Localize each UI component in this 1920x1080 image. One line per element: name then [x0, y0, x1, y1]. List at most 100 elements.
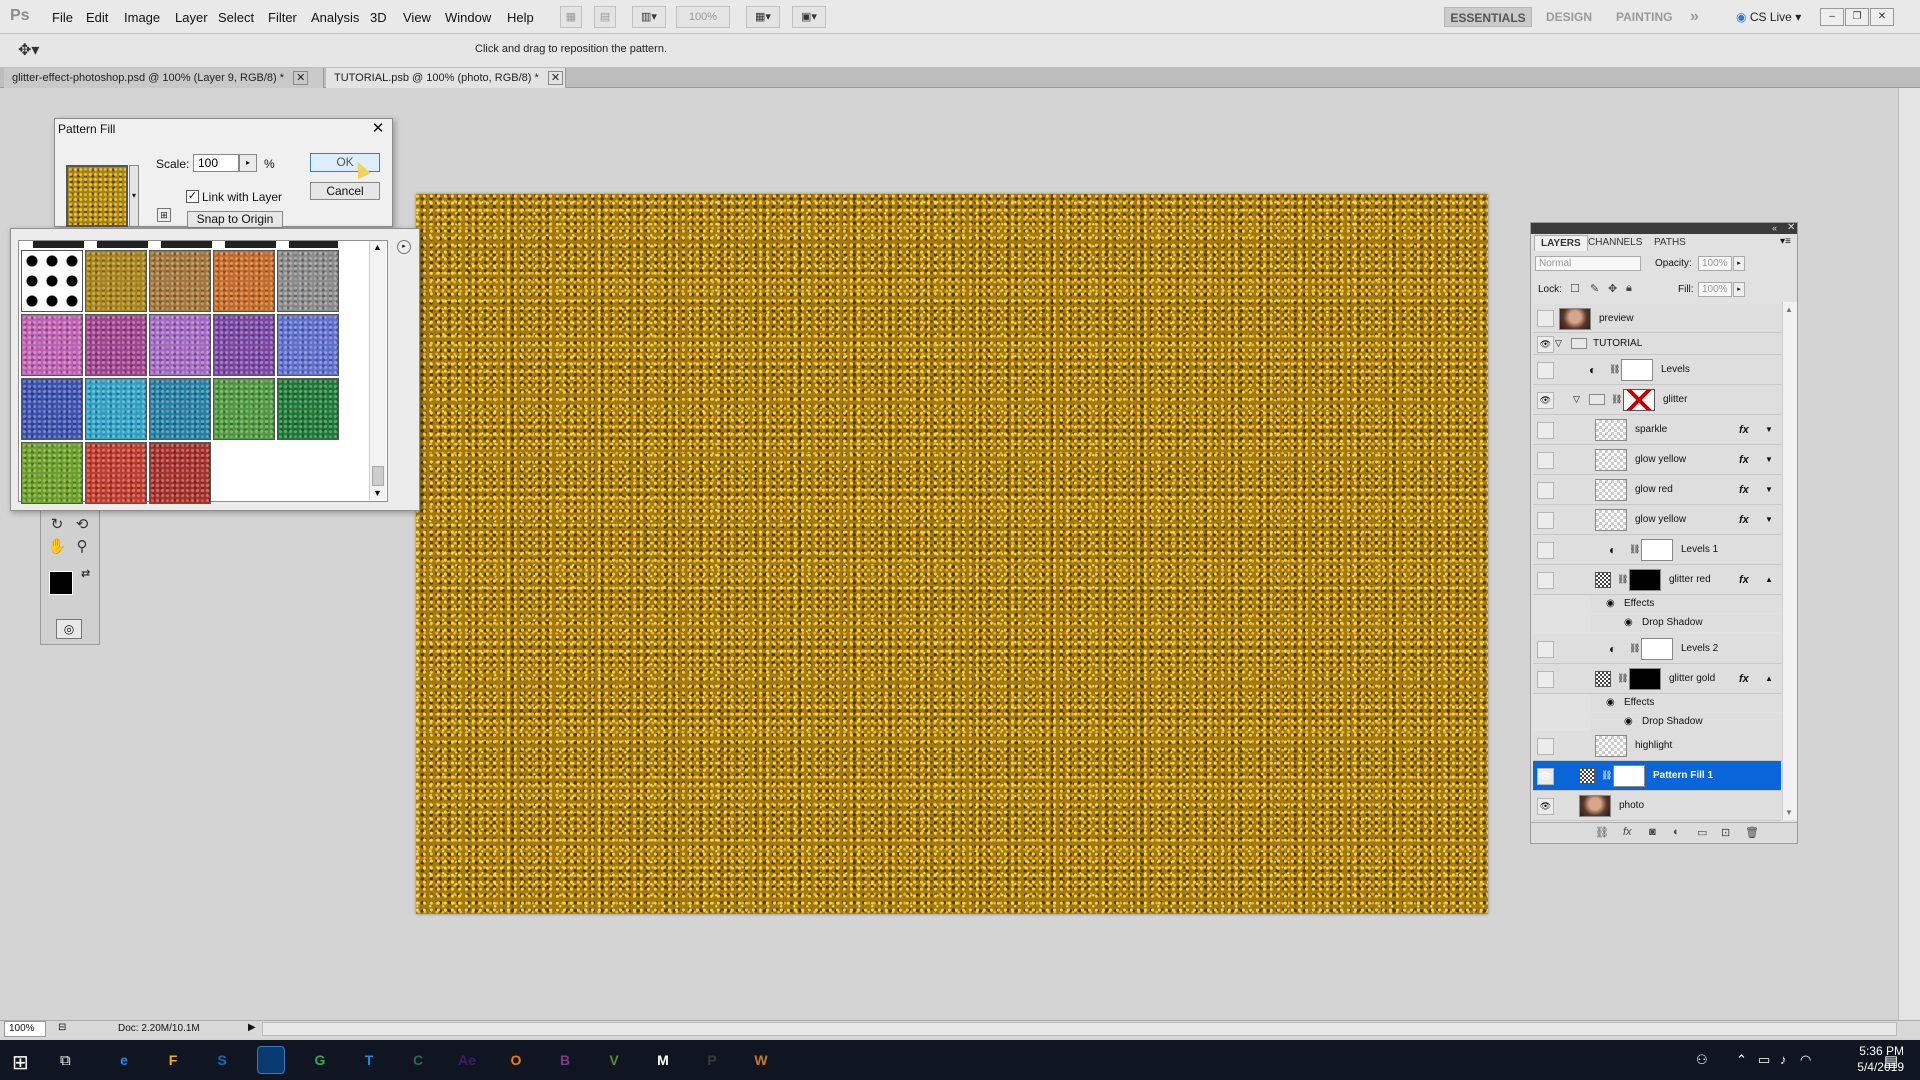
minimize-button[interactable]: –: [1820, 8, 1844, 26]
layer-mask-thumbnail[interactable]: [1641, 638, 1673, 660]
pattern-swatch[interactable]: [213, 250, 275, 312]
restore-button[interactable]: ❐: [1845, 8, 1869, 26]
close-tab-icon[interactable]: ✕: [293, 71, 309, 85]
network-icon[interactable]: ▭: [1758, 1052, 1770, 1068]
tab-paths[interactable]: PATHS: [1648, 235, 1692, 251]
layer-row[interactable]: glow yellow fx ▼: [1533, 445, 1781, 475]
taskbar-chrome-icon[interactable]: G: [306, 1046, 334, 1074]
pattern-swatch[interactable]: [85, 250, 147, 312]
mask-link-icon[interactable]: ⛓︎: [1629, 544, 1640, 555]
delete-layer-icon[interactable]: 🗑︎: [1745, 826, 1759, 839]
mask-link-icon[interactable]: ⛓︎: [1617, 574, 1628, 585]
menu-view[interactable]: View: [403, 10, 431, 25]
layer-row[interactable]: ◐ ⛓︎ Levels 2: [1533, 634, 1781, 664]
menu-layer[interactable]: Layer: [175, 10, 208, 25]
cs-live-button[interactable]: ◉ CS Live ▾: [1736, 7, 1801, 27]
picker-scrollbar[interactable]: [369, 241, 386, 500]
add-mask-icon[interactable]: ◙: [1649, 826, 1656, 838]
lock-position-icon[interactable]: ✥: [1608, 282, 1617, 295]
toggle-effects-icon[interactable]: ▼: [1765, 515, 1773, 524]
new-preset-icon[interactable]: ⊞: [157, 208, 171, 222]
pattern-swatch[interactable]: [277, 250, 339, 312]
taskbar-thunderbird-icon[interactable]: T: [355, 1046, 383, 1074]
taskbar-camtasia-icon[interactable]: C: [404, 1046, 432, 1074]
effect-visibility-icon[interactable]: ◉: [1624, 617, 1633, 628]
visibility-eye-icon[interactable]: [1537, 481, 1554, 499]
fill-slider-icon[interactable]: ▸: [1733, 282, 1745, 297]
pattern-swatch[interactable]: [213, 378, 275, 440]
picker-menu-icon[interactable]: ▸: [397, 240, 411, 254]
scale-slider-arrow-icon[interactable]: ▸: [239, 154, 257, 172]
pattern-picker-arrow-icon[interactable]: ▾: [129, 165, 139, 227]
zoom-tool-icon[interactable]: ⚲: [71, 537, 93, 557]
effect-visibility-icon[interactable]: ◉: [1606, 598, 1615, 609]
scroll-down-icon[interactable]: ▼: [373, 488, 382, 498]
layer-row[interactable]: 👁︎ photo: [1533, 791, 1781, 821]
snap-to-origin-button[interactable]: Snap to Origin: [187, 211, 283, 228]
visibility-eye-icon[interactable]: [1537, 737, 1554, 755]
layer-row[interactable]: preview: [1533, 304, 1781, 333]
toggle-effects-icon[interactable]: ▼: [1765, 455, 1773, 464]
pattern-swatch[interactable]: [277, 378, 339, 440]
visibility-eye-icon[interactable]: [1537, 310, 1554, 327]
menu-3d[interactable]: 3D: [370, 10, 387, 25]
layer-mask-thumbnail[interactable]: [1641, 539, 1673, 561]
pattern-swatch[interactable]: [213, 314, 275, 376]
layer-mask-thumbnail[interactable]: [1621, 359, 1653, 381]
layer-row-selected[interactable]: 👁︎ ⛓︎ Pattern Fill 1: [1533, 761, 1781, 791]
visibility-eye-icon[interactable]: [1537, 511, 1554, 529]
pattern-preview[interactable]: [66, 165, 128, 227]
link-layers-icon[interactable]: ⛓︎: [1595, 826, 1609, 839]
menu-analysis[interactable]: Analysis: [311, 10, 359, 25]
menu-edit[interactable]: Edit: [86, 10, 108, 25]
mask-link-icon[interactable]: ⛓︎: [1611, 394, 1622, 405]
people-icon[interactable]: ⚇: [1696, 1052, 1708, 1068]
taskbar-store-icon[interactable]: S: [208, 1046, 236, 1074]
swap-colors-icon[interactable]: ⇄: [81, 567, 90, 580]
layer-row[interactable]: glow yellow fx ▼: [1533, 505, 1781, 535]
lock-all-icon[interactable]: 🔒︎: [1626, 282, 1632, 295]
tab-tutorial[interactable]: TUTORIAL.psb @ 100% (photo, RGB/8) * ✕: [326, 68, 566, 88]
tab-layers[interactable]: LAYERS: [1534, 235, 1588, 251]
scroll-up-icon[interactable]: ▲: [373, 242, 382, 252]
blend-mode-select[interactable]: Normal: [1535, 256, 1641, 271]
visibility-eye-icon[interactable]: 👁︎: [1537, 391, 1554, 409]
adjustment-layer-icon[interactable]: ◐: [1673, 826, 1680, 838]
layer-effects-icon[interactable]: fx: [1739, 574, 1749, 586]
visibility-eye-icon[interactable]: 👁︎: [1537, 335, 1554, 353]
effects-row[interactable]: ◉ Effects: [1590, 595, 1781, 613]
menu-window[interactable]: Window: [445, 10, 491, 25]
collapse-panel-icon[interactable]: «: [1772, 223, 1777, 233]
volume-icon[interactable]: ♪: [1780, 1052, 1787, 1067]
close-panel-icon[interactable]: ✕: [1787, 222, 1795, 233]
dialog-close-icon[interactable]: ✕: [368, 120, 388, 138]
mask-link-icon[interactable]: ⛓︎: [1601, 770, 1612, 781]
pattern-swatch[interactable]: [21, 378, 83, 440]
menu-image[interactable]: Image: [124, 10, 160, 25]
taskbar-books-icon[interactable]: B: [551, 1046, 579, 1074]
3d-rotate-icon[interactable]: ↻: [46, 515, 68, 535]
pattern-swatch[interactable]: [149, 314, 211, 376]
notifications-icon[interactable]: ▤: [1884, 1052, 1898, 1070]
layer-row[interactable]: 👁︎ ▽ ⛓︎ glitter: [1533, 385, 1781, 415]
tab-glitter-effect[interactable]: glitter-effect-photoshop.psd @ 100% (Lay…: [4, 68, 324, 88]
link-with-layer-checkbox[interactable]: ✓: [186, 190, 199, 203]
hand-tool-icon[interactable]: ✋: [46, 537, 68, 557]
layer-mask-thumbnail[interactable]: [1629, 569, 1661, 591]
layer-effects-icon[interactable]: fx: [1739, 454, 1749, 466]
layer-row[interactable]: 👁︎ ▽ TUTORIAL: [1533, 333, 1781, 355]
expand-group-icon[interactable]: ▽: [1573, 394, 1580, 405]
screen-mode-button[interactable]: ▣▾: [792, 6, 826, 28]
windows-start-icon[interactable]: ⊞: [12, 1050, 29, 1075]
pattern-swatch[interactable]: [277, 314, 339, 376]
pattern-swatch[interactable]: [21, 250, 83, 312]
layer-row[interactable]: ⛓︎ glitter gold fx ▲: [1533, 664, 1781, 694]
taskbar-game-icon[interactable]: V: [600, 1046, 628, 1074]
menu-file[interactable]: File: [52, 10, 73, 25]
menu-filter[interactable]: Filter: [268, 10, 297, 25]
workspace-design[interactable]: DESIGN: [1546, 7, 1592, 27]
tab-channels[interactable]: CHANNELS: [1582, 235, 1648, 251]
visibility-eye-icon[interactable]: [1537, 421, 1554, 439]
toggle-effects-icon[interactable]: ▲: [1765, 575, 1773, 584]
new-group-icon[interactable]: ▭: [1697, 826, 1707, 839]
